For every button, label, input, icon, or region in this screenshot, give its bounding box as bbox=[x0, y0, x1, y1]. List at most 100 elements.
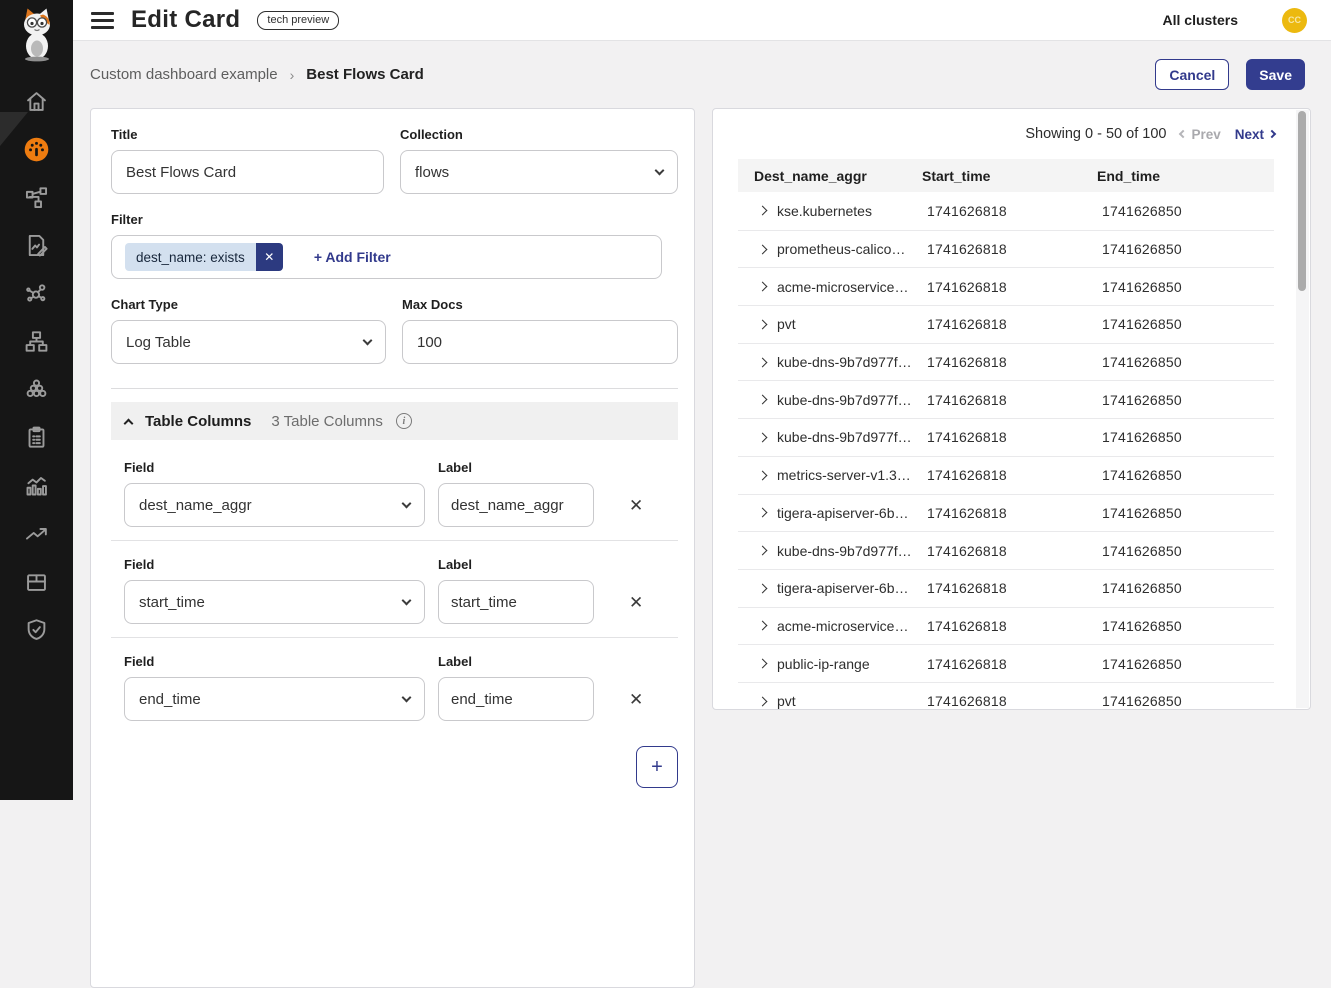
sidebar-item-policies[interactable] bbox=[0, 413, 73, 461]
add-column-button[interactable]: + bbox=[636, 746, 678, 788]
next-label: Next bbox=[1235, 127, 1264, 142]
table-row[interactable]: tigera-apiserver-6b… 1741626818 17416268… bbox=[738, 494, 1274, 532]
save-button[interactable]: Save bbox=[1246, 59, 1305, 90]
field-select[interactable]: dest_name_aggr bbox=[124, 483, 425, 527]
shield-check-icon bbox=[23, 616, 50, 643]
end-time-cell: 1741626850 bbox=[1093, 618, 1274, 634]
field-select[interactable]: end_time bbox=[124, 677, 425, 721]
chevron-up-icon bbox=[124, 418, 134, 428]
card-editor-panel: Title Collection flows Filter dest_name:… bbox=[90, 108, 695, 988]
collection-label: Collection bbox=[400, 127, 678, 142]
collection-select[interactable]: flows bbox=[400, 150, 678, 194]
dest-name-cell: pvt bbox=[777, 693, 796, 709]
expand-chevron-icon[interactable] bbox=[758, 621, 768, 631]
table-row[interactable]: kube-dns-9b7d977f… 1741626818 1741626850 bbox=[738, 531, 1274, 569]
close-icon: ✕ bbox=[264, 250, 274, 264]
sidebar-item-network-topology[interactable] bbox=[0, 173, 73, 221]
sidebar-item-hierarchy[interactable] bbox=[0, 317, 73, 365]
table-row[interactable]: acme-microservice… 1741626818 1741626850 bbox=[738, 267, 1274, 305]
sidebar-item-security[interactable] bbox=[0, 605, 73, 653]
package-box-icon bbox=[23, 568, 50, 595]
expand-chevron-icon[interactable] bbox=[758, 395, 768, 405]
next-page-button[interactable]: Next bbox=[1235, 127, 1275, 142]
preview-table-body: kse.kubernetes 1741626818 1741626850 pro… bbox=[738, 192, 1274, 710]
cluster-selector[interactable]: All clusters bbox=[1163, 12, 1238, 28]
sidebar bbox=[0, 0, 73, 800]
start-time-cell: 1741626818 bbox=[918, 618, 1093, 634]
sidebar-item-home[interactable] bbox=[0, 77, 73, 125]
field-row-divider bbox=[111, 540, 678, 541]
label-input[interactable] bbox=[438, 677, 594, 721]
sidebar-item-logs[interactable] bbox=[0, 221, 73, 269]
expand-chevron-icon[interactable] bbox=[758, 696, 768, 706]
user-avatar[interactable]: CC bbox=[1282, 8, 1307, 33]
filter-chip-remove-button[interactable]: ✕ bbox=[256, 243, 283, 271]
table-row[interactable]: public-ip-range 1741626818 1741626850 bbox=[738, 644, 1274, 682]
table-row[interactable]: prometheus-calico… 1741626818 1741626850 bbox=[738, 230, 1274, 268]
cancel-button[interactable]: Cancel bbox=[1155, 59, 1229, 90]
table-row[interactable]: pvt 1741626818 1741626850 bbox=[738, 682, 1274, 710]
table-columns-section-header[interactable]: Table Columns 3 Table Columns i bbox=[111, 402, 678, 440]
expand-chevron-icon[interactable] bbox=[758, 319, 768, 329]
column-header: Dest_name_aggr bbox=[738, 168, 918, 184]
remove-column-button[interactable]: ✕ bbox=[629, 497, 643, 514]
scrollbar-thumb[interactable] bbox=[1298, 111, 1306, 291]
table-row[interactable]: kube-dns-9b7d977f… 1741626818 1741626850 bbox=[738, 418, 1274, 456]
sidebar-item-service-graph[interactable] bbox=[0, 269, 73, 317]
table-row[interactable]: kube-dns-9b7d977f… 1741626818 1741626850 bbox=[738, 343, 1274, 381]
sidebar-item-trends[interactable] bbox=[0, 509, 73, 557]
menu-button[interactable] bbox=[91, 12, 114, 29]
start-time-cell: 1741626818 bbox=[918, 505, 1093, 521]
remove-column-button[interactable]: ✕ bbox=[629, 594, 643, 611]
prev-page-button[interactable]: Prev bbox=[1180, 127, 1220, 142]
info-icon[interactable]: i bbox=[396, 413, 412, 429]
sidebar-item-dashboards[interactable] bbox=[0, 125, 73, 173]
max-docs-input[interactable] bbox=[402, 320, 678, 364]
table-row[interactable]: acme-microservice… 1741626818 1741626850 bbox=[738, 607, 1274, 645]
table-columns-count: 3 Table Columns bbox=[271, 413, 382, 430]
bar-line-chart-icon bbox=[23, 472, 50, 499]
expand-chevron-icon[interactable] bbox=[758, 659, 768, 669]
title-input[interactable] bbox=[111, 150, 384, 194]
expand-chevron-icon[interactable] bbox=[758, 546, 768, 556]
expand-chevron-icon[interactable] bbox=[758, 583, 768, 593]
expand-chevron-icon[interactable] bbox=[758, 282, 768, 292]
dest-name-cell: kube-dns-9b7d977f… bbox=[777, 354, 912, 370]
vertical-scrollbar[interactable] bbox=[1296, 110, 1309, 708]
expand-chevron-icon[interactable] bbox=[758, 508, 768, 518]
table-row[interactable]: metrics-server-v1.3… 1741626818 17416268… bbox=[738, 456, 1274, 494]
table-columns-title: Table Columns bbox=[145, 413, 251, 430]
dest-name-cell: kube-dns-9b7d977f… bbox=[777, 543, 912, 559]
table-row[interactable]: tigera-apiserver-6b… 1741626818 17416268… bbox=[738, 569, 1274, 607]
end-time-cell: 1741626850 bbox=[1093, 693, 1274, 709]
expand-chevron-icon[interactable] bbox=[758, 470, 768, 480]
expand-chevron-icon[interactable] bbox=[758, 433, 768, 443]
expand-chevron-icon[interactable] bbox=[758, 206, 768, 216]
add-column-row: + bbox=[111, 746, 678, 788]
breadcrumb-parent[interactable]: Custom dashboard example bbox=[90, 66, 278, 83]
filter-box[interactable]: dest_name: exists ✕ + Add Filter bbox=[111, 235, 662, 279]
dest-name-cell: metrics-server-v1.3… bbox=[777, 467, 911, 483]
table-row[interactable]: kse.kubernetes 1741626818 1741626850 bbox=[738, 192, 1274, 230]
table-row[interactable]: kube-dns-9b7d977f… 1741626818 1741626850 bbox=[738, 380, 1274, 418]
chart-type-select[interactable]: Log Table bbox=[111, 320, 386, 364]
calico-cat-logo-icon bbox=[14, 6, 60, 67]
table-row[interactable]: pvt 1741626818 1741626850 bbox=[738, 305, 1274, 343]
content-area: Custom dashboard example › Best Flows Ca… bbox=[73, 41, 1331, 800]
expand-chevron-icon[interactable] bbox=[758, 244, 768, 254]
sidebar-item-packages[interactable] bbox=[0, 557, 73, 605]
label-input[interactable] bbox=[438, 483, 594, 527]
sidebar-item-clusters[interactable] bbox=[0, 365, 73, 413]
add-filter-button[interactable]: + Add Filter bbox=[314, 249, 391, 265]
sidebar-item-metrics[interactable] bbox=[0, 461, 73, 509]
expand-chevron-icon[interactable] bbox=[758, 357, 768, 367]
app-logo[interactable] bbox=[0, 0, 73, 64]
field-select[interactable]: start_time bbox=[124, 580, 425, 624]
end-time-cell: 1741626850 bbox=[1093, 429, 1274, 445]
remove-column-button[interactable]: ✕ bbox=[629, 691, 643, 708]
topbar-right: All clusters CC bbox=[1163, 8, 1307, 33]
chevron-down-icon bbox=[655, 165, 665, 175]
start-time-cell: 1741626818 bbox=[918, 656, 1093, 672]
collection-select-value: flows bbox=[415, 164, 449, 181]
label-input[interactable] bbox=[438, 580, 594, 624]
